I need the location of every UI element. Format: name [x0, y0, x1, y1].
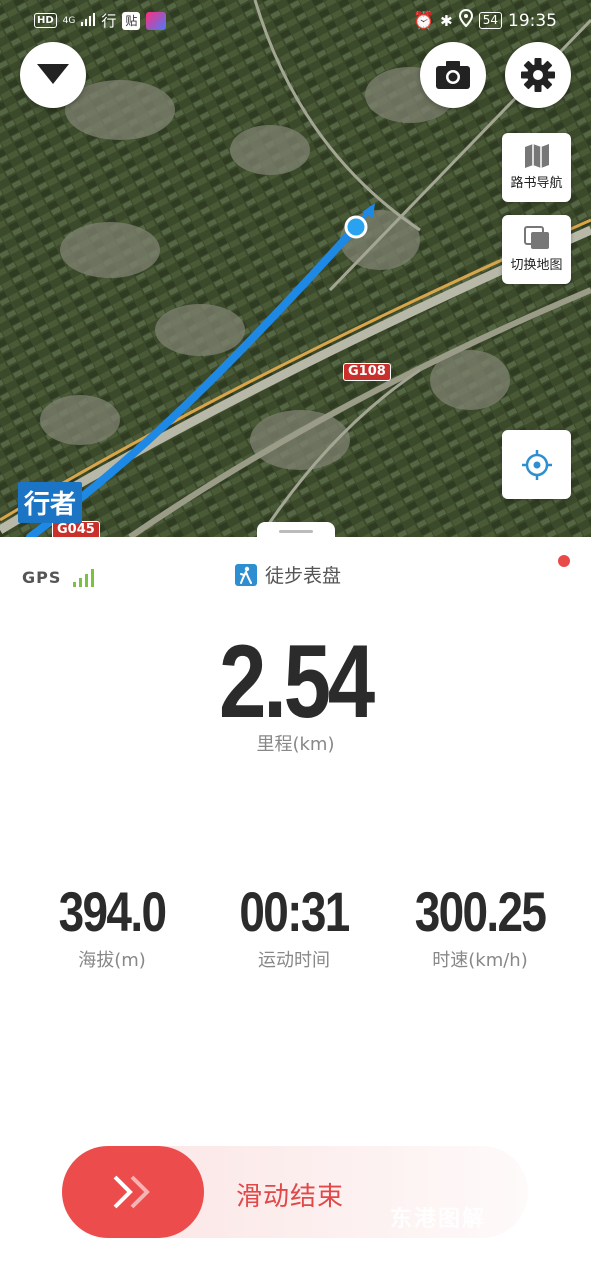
drag-grip: [279, 529, 313, 533]
distance-value: 2.54: [219, 624, 375, 740]
gps-signal-bar: [73, 581, 77, 587]
alarm-icon: ⏰: [412, 10, 435, 31]
recording-indicator: [558, 555, 570, 567]
chevron-down-icon: [37, 64, 69, 84]
gps-signal-icon: [73, 568, 95, 587]
speed-value: 300.25: [414, 880, 547, 943]
gps-status: GPS: [22, 568, 95, 587]
duration-value: 00:31: [239, 880, 350, 943]
locate-button[interactable]: [502, 430, 571, 499]
switch-map-label: 切换地图: [510, 258, 563, 273]
stat-duration: 00:31 运动时间: [194, 882, 394, 972]
altitude-value: 394.0: [58, 880, 167, 943]
hd-indicator: HD: [34, 13, 57, 28]
switch-map-button[interactable]: 切换地图: [502, 215, 571, 284]
dashboard-mode-label: 徒步表盘: [265, 565, 342, 587]
workout-dashboard: GPS 徒步表盘 2.54 里程(km) 394.0 海拔(m) 00:31 运…: [0, 537, 591, 1280]
locate-icon: [521, 449, 552, 480]
map-view[interactable]: HD 4G 行 贴 ⏰ ✱ 54 19:35 路书导航 切换地图 G108 G0…: [0, 0, 591, 537]
network-type: 4G: [62, 15, 76, 26]
stat-altitude: 394.0 海拔(m): [12, 882, 212, 972]
gear-icon: [521, 58, 555, 92]
road-label-g108: G108: [343, 363, 391, 381]
roadbook-label: 路书导航: [510, 176, 563, 191]
video-app-icon: [146, 11, 167, 30]
camera-icon: [436, 61, 470, 89]
battery-indicator: 54: [478, 12, 502, 29]
location-icon: [458, 8, 473, 32]
layers-icon: [523, 226, 549, 249]
double-chevron-right-icon: [113, 1175, 150, 1209]
gps-label: GPS: [22, 568, 62, 587]
camera-button[interactable]: [420, 42, 486, 108]
app-notification-icon: 贴: [122, 11, 141, 30]
clock: 19:35: [508, 10, 557, 31]
slide-to-end-label: 滑动结束: [236, 1182, 345, 1212]
distance-label: 里程(km): [256, 734, 335, 755]
status-bar: HD 4G 行 贴 ⏰ ✱ 54 19:35: [0, 0, 591, 40]
map-book-icon: [524, 144, 549, 168]
gps-signal-bar: [79, 577, 83, 587]
gps-signal-bar: [91, 568, 95, 587]
app-notification-text-1: 行: [101, 12, 117, 30]
slide-to-end-knob[interactable]: [62, 1146, 204, 1238]
road-label-g045: G045: [52, 521, 100, 537]
stat-speed: 300.25 时速(km/h): [380, 882, 580, 972]
dashboard-mode-selector[interactable]: 徒步表盘: [235, 561, 341, 588]
watermark: 东港图解: [390, 1207, 487, 1232]
roadbook-navigation-button[interactable]: 路书导航: [502, 133, 571, 202]
duration-label: 运动时间: [258, 950, 330, 971]
settings-button[interactable]: [505, 42, 571, 108]
altitude-label: 海拔(m): [78, 950, 146, 971]
panel-drag-handle[interactable]: [257, 522, 335, 537]
hiking-icon: [235, 563, 257, 586]
speed-label: 时速(km/h): [432, 950, 528, 971]
gps-signal-bar: [85, 573, 89, 587]
signal-icon: [81, 12, 96, 30]
bluetooth-icon: ✱: [440, 11, 453, 30]
brand-logo: 行者: [18, 482, 83, 523]
collapse-button[interactable]: [20, 42, 86, 108]
